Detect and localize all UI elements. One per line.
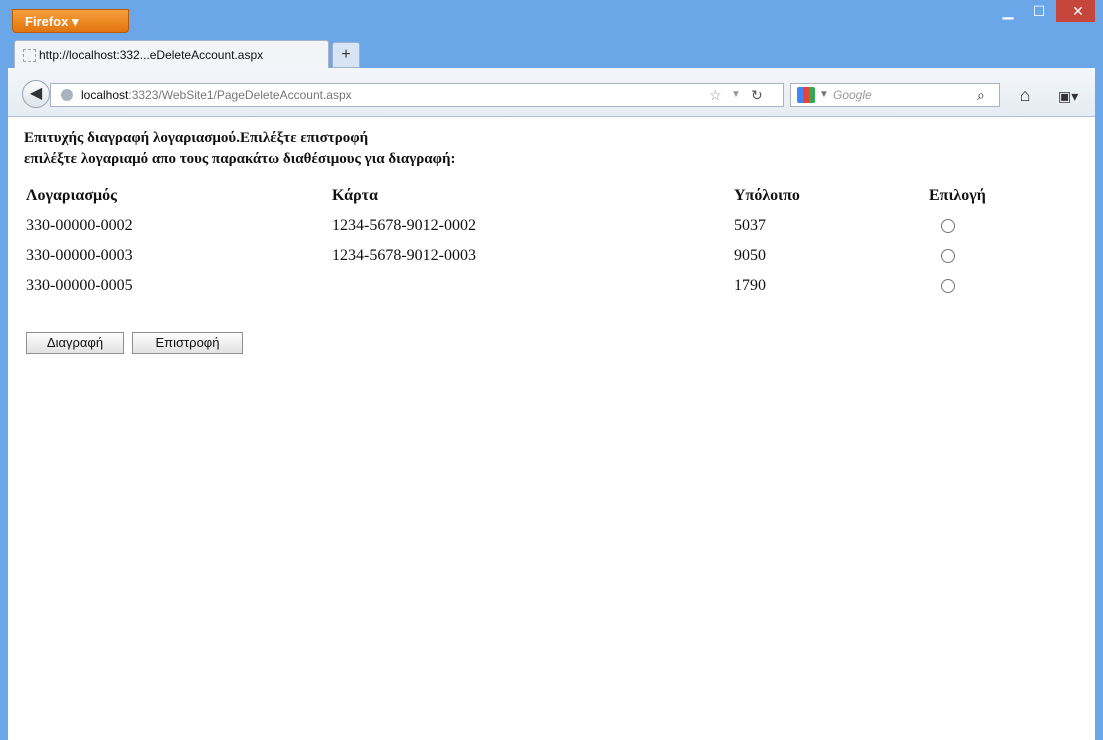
window-border-left	[0, 0, 8, 740]
url-bar[interactable]: localhost:3323/WebSite1/PageDeleteAccoun…	[50, 83, 784, 107]
plus-icon: +	[341, 46, 351, 63]
tab-active[interactable]: http://localhost:332...eDeleteAccount.as…	[14, 40, 329, 68]
page-content: Επιτυχής διαγραφή λογαριασμού.Επιλέξτε ε…	[8, 117, 1095, 740]
header-card: Κάρτα	[332, 187, 378, 204]
account-cell: 330-00000-0005	[26, 277, 133, 294]
account-cell: 330-00000-0002	[26, 217, 133, 234]
table-row: 330-00000-0003 1234-5678-9012-0003 9050	[26, 241, 1009, 271]
card-cell: 1234-5678-9012-0002	[332, 217, 476, 234]
table-row: 330-00000-0005 1790	[26, 271, 1009, 301]
header-balance: Υπόλοιπο	[734, 187, 800, 204]
table-row: 330-00000-0002 1234-5678-9012-0002 5037	[26, 211, 1009, 241]
accounts-table: Λογαριασμός Κάρτα Υπόλοιπο Επιλογή 330-0…	[26, 181, 1009, 301]
reload-icon[interactable]: ↻	[751, 84, 763, 106]
minimize-icon[interactable]: ▁	[993, 0, 1023, 22]
header-account: Λογαριασμός	[26, 187, 117, 204]
url-host: localhost	[81, 88, 129, 102]
return-button[interactable]: Επιστροφή	[132, 332, 243, 354]
window-border-right	[1095, 0, 1103, 740]
bookmarks-menu-icon[interactable]: ▣▾	[1058, 86, 1088, 106]
url-text: localhost:3323/WebSite1/PageDeleteAccoun…	[81, 84, 352, 106]
firefox-menu-button[interactable]: Firefox ▾	[12, 9, 129, 33]
chevron-down-icon: ▾	[71, 14, 79, 29]
select-radio[interactable]	[941, 279, 955, 294]
maximize-icon[interactable]: ☐	[1024, 0, 1054, 22]
search-bar[interactable]: ▼ Google ⌕	[790, 83, 1000, 107]
card-cell: 1234-5678-9012-0003	[332, 247, 476, 264]
home-icon[interactable]: ⌂	[1014, 84, 1036, 106]
balance-cell: 9050	[734, 247, 766, 264]
balance-cell: 1790	[734, 277, 766, 294]
title-bar	[0, 0, 1103, 38]
page-icon	[23, 49, 36, 62]
close-icon[interactable]: ✕	[1056, 0, 1100, 22]
history-dropdown-icon[interactable]: ▼	[731, 84, 741, 106]
search-placeholder: Google	[833, 88, 872, 102]
firefox-menu-label: Firefox	[25, 14, 69, 29]
search-engine-dropdown-icon[interactable]: ▼	[819, 84, 829, 106]
star-icon[interactable]: ☆	[709, 84, 722, 106]
success-message: Επιτυχής διαγραφή λογαριασμού.Επιλέξτε ε…	[24, 130, 369, 146]
delete-button[interactable]: Διαγραφή	[26, 332, 124, 354]
select-radio[interactable]	[941, 249, 955, 264]
search-icon[interactable]: ⌕	[977, 84, 985, 106]
table-header-row: Λογαριασμός Κάρτα Υπόλοιπο Επιλογή	[26, 181, 1009, 211]
back-arrow-icon[interactable]: ◀	[22, 80, 50, 108]
card-cell	[332, 271, 734, 301]
url-path: :3323/WebSite1/PageDeleteAccount.aspx	[128, 88, 352, 102]
balance-cell: 5037	[734, 217, 766, 234]
header-select: Επιλογή	[929, 187, 986, 204]
globe-icon	[61, 89, 73, 101]
tab-title: http://localhost:332...eDeleteAccount.as…	[39, 48, 264, 62]
new-tab-button[interactable]: +	[332, 42, 360, 68]
account-cell: 330-00000-0003	[26, 247, 133, 264]
instruction-text: επιλέξτε λογαριαμό απο τους παρακάτω δια…	[24, 151, 456, 167]
select-radio[interactable]	[941, 219, 955, 234]
google-icon[interactable]	[797, 87, 815, 103]
